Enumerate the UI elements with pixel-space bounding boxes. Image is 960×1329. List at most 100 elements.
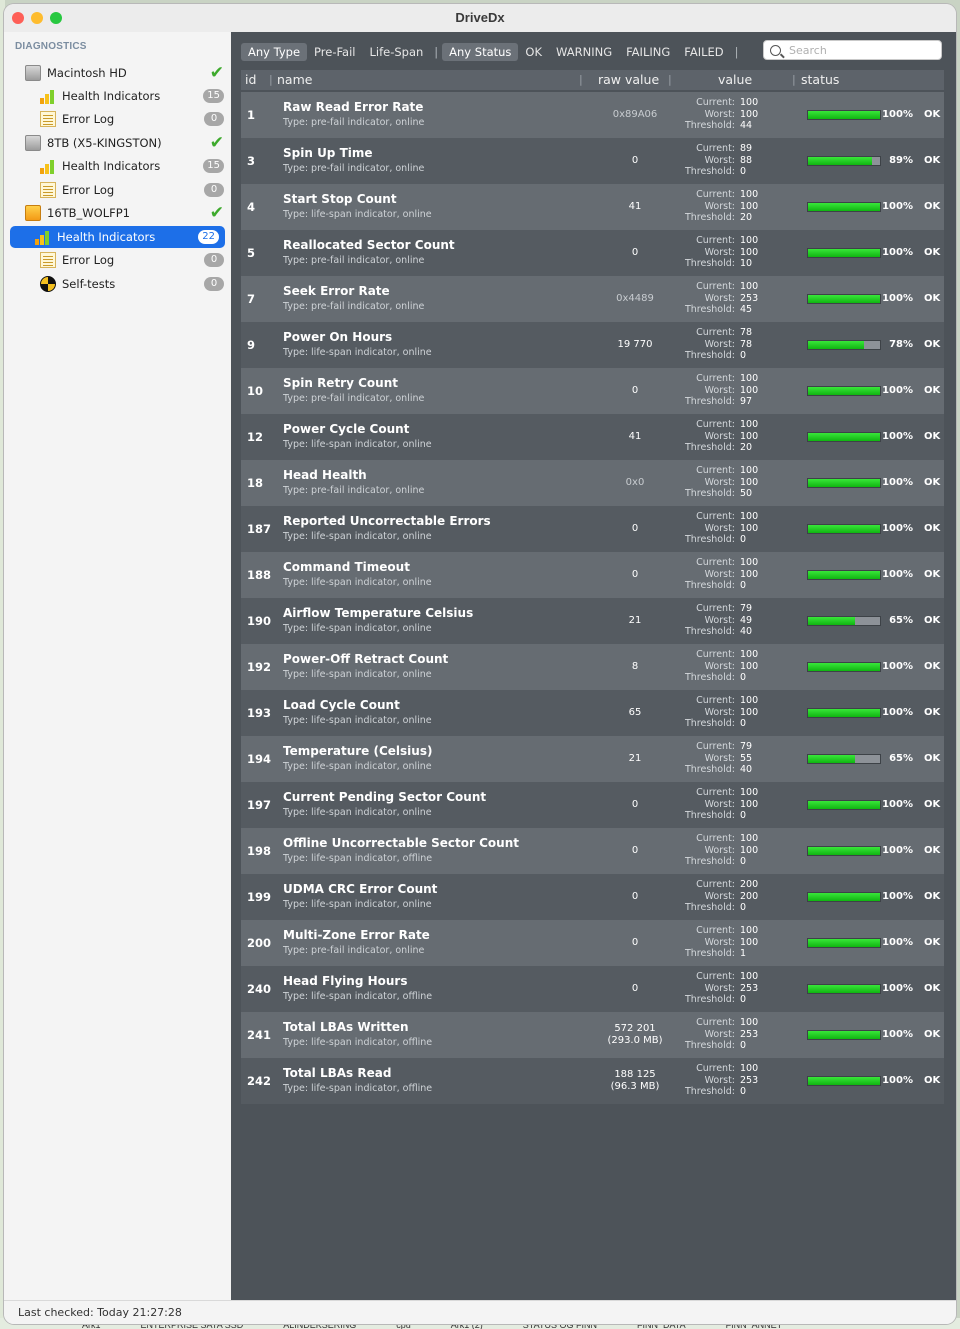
worst-value-line: Worst: 100 bbox=[679, 937, 765, 949]
attribute-id: 18 bbox=[247, 476, 264, 490]
attribute-type: Type: life-span indicator, offline bbox=[283, 853, 433, 864]
column-status[interactable]: status bbox=[801, 72, 839, 87]
current-value-label: Current: bbox=[696, 741, 735, 752]
threshold-value: 20 bbox=[740, 212, 753, 224]
current-value-line: Current: 78 bbox=[679, 327, 765, 339]
search-field[interactable] bbox=[763, 40, 942, 60]
worst-value-label: Worst: bbox=[704, 752, 735, 764]
table-row[interactable]: 188 Command Timeout Type: life-span indica… bbox=[241, 552, 944, 598]
table-row[interactable]: 12 Power Cycle Count Type: life-span indic… bbox=[241, 414, 944, 460]
worst-value-line: Worst: 100 bbox=[679, 477, 765, 489]
health-bar-fill bbox=[808, 1031, 880, 1039]
threshold-value-label: Threshold: bbox=[684, 672, 735, 684]
filter-status-4[interactable]: FAILED bbox=[677, 43, 730, 61]
worst-value: 253 bbox=[740, 982, 759, 994]
attribute-id: 197 bbox=[247, 798, 272, 812]
attribute-name: Load Cycle Count bbox=[283, 698, 400, 712]
worst-value-label: Worst: bbox=[704, 522, 735, 534]
current-value: 100 bbox=[740, 649, 759, 660]
health-bars-icon bbox=[35, 229, 51, 245]
attribute-type: Type: life-span indicator, online bbox=[283, 715, 432, 726]
table-row[interactable]: 3 Spin Up Time Type: pre-fail indicator, o… bbox=[241, 138, 944, 184]
filter-type-0[interactable]: Any Type bbox=[241, 42, 308, 61]
table-row[interactable]: 10 Spin Retry Count Type: pre-fail indicat… bbox=[241, 368, 944, 414]
table-row[interactable]: 242 Total LBAs Read Type: life-span indica… bbox=[241, 1058, 944, 1104]
table-row[interactable]: 9 Power On Hours Type: life-span indicator… bbox=[241, 322, 944, 368]
raw-value: 0x89A06 bbox=[612, 109, 658, 120]
current-value-label: Current: bbox=[696, 327, 735, 338]
attribute-name: Total LBAs Read bbox=[283, 1066, 392, 1080]
table-row[interactable]: 198 Offline Uncorrectable Sector Count Typ… bbox=[241, 828, 944, 874]
threshold-value-label: Threshold: bbox=[684, 396, 735, 408]
attribute-name: Temperature (Celsius) bbox=[283, 744, 433, 758]
table-row[interactable]: 1 Raw Read Error Rate Type: pre-fail indic… bbox=[241, 92, 944, 138]
sidebar-item[interactable]: Error Log 0 bbox=[35, 108, 230, 130]
sidebar-item[interactable]: Health Indicators 15 bbox=[35, 155, 230, 177]
table-row[interactable]: 4 Start Stop Count Type: life-span indicat… bbox=[241, 184, 944, 230]
attribute-type: Type: pre-fail indicator, online bbox=[283, 255, 425, 266]
table-row[interactable]: 199 UDMA CRC Error Count Type: life-span i… bbox=[241, 874, 944, 920]
health-bar-fill bbox=[808, 111, 880, 119]
column-raw-value[interactable]: raw value bbox=[598, 72, 659, 87]
table-row[interactable]: 193 Load Cycle Count Type: life-span indic… bbox=[241, 690, 944, 736]
drivedx-window: DriveDx DIAGNOSTICS Macintosh HD ✔ Health … bbox=[4, 4, 956, 1324]
column-id[interactable]: id bbox=[245, 72, 256, 87]
health-percent: 100% bbox=[882, 247, 913, 258]
column-name[interactable]: name bbox=[277, 72, 312, 87]
status-label: OK bbox=[924, 247, 941, 258]
current-value: 89 bbox=[740, 143, 753, 154]
log-icon bbox=[40, 182, 56, 198]
threshold-value-label: Threshold: bbox=[684, 304, 735, 316]
raw-value: 0 bbox=[631, 155, 639, 166]
table-row[interactable]: 18 Head Health Type: pre-fail indicator, o… bbox=[241, 460, 944, 506]
health-bar-fill bbox=[808, 755, 855, 763]
sidebar-item[interactable]: Error Log 0 bbox=[35, 179, 230, 201]
health-bar bbox=[807, 800, 881, 810]
worst-value: 100 bbox=[740, 522, 759, 534]
filter-status-2[interactable]: WARNING bbox=[549, 43, 619, 61]
worst-value: 100 bbox=[740, 384, 759, 396]
table-row[interactable]: 192 Power-Off Retract Count Type: life-spa… bbox=[241, 644, 944, 690]
filter-status-1[interactable]: OK bbox=[518, 43, 549, 61]
search-input[interactable] bbox=[789, 43, 929, 57]
sidebar-item[interactable]: Health Indicators 22 bbox=[10, 226, 225, 248]
filter-type-1[interactable]: Pre-Fail bbox=[307, 43, 362, 61]
raw-value: 572 201 (293.0 MB) bbox=[579, 1023, 691, 1047]
column-value[interactable]: value bbox=[718, 72, 752, 87]
current-value: 100 bbox=[740, 925, 759, 936]
sidebar-item[interactable]: Health Indicators 15 bbox=[35, 85, 230, 107]
filter-type-2[interactable]: Life-Span bbox=[362, 43, 430, 61]
worst-value-label: Worst: bbox=[704, 660, 735, 672]
table-row[interactable]: 240 Head Flying Hours Type: life-span indi… bbox=[241, 966, 944, 1012]
count-badge: 15 bbox=[203, 89, 224, 103]
health-percent: 100% bbox=[882, 937, 913, 948]
value-block: Current: 100 Worst: 100 Threshold: 20 bbox=[679, 189, 765, 224]
table-row[interactable]: 5 Reallocated Sector Count Type: pre-fail … bbox=[241, 230, 944, 276]
table-row[interactable]: 187 Reported Uncorrectable Errors Type: li… bbox=[241, 506, 944, 552]
threshold-value-label: Threshold: bbox=[684, 442, 735, 454]
sidebar-item[interactable]: 16TB_WOLFP1 ✔ bbox=[19, 202, 230, 224]
table-row[interactable]: 197 Current Pending Sector Count Type: lif… bbox=[241, 782, 944, 828]
table-row[interactable]: 190 Airflow Temperature Celsius Type: life… bbox=[241, 598, 944, 644]
filter-status-3[interactable]: FAILING bbox=[619, 43, 677, 61]
sidebar-item[interactable]: Self-tests 0 bbox=[35, 273, 230, 295]
value-block: Current: 100 Worst: 100 Threshold: 10 bbox=[679, 235, 765, 270]
table-row[interactable]: 194 Temperature (Celsius) Type: life-span … bbox=[241, 736, 944, 782]
worst-value-line: Worst: 100 bbox=[679, 523, 765, 535]
threshold-value-label: Threshold: bbox=[684, 994, 735, 1006]
threshold-value: 0 bbox=[740, 580, 747, 592]
current-value-line: Current: 100 bbox=[679, 419, 765, 431]
attribute-type: Type: life-span indicator, online bbox=[283, 669, 432, 680]
sidebar-item[interactable]: Error Log 0 bbox=[35, 249, 230, 271]
current-value-line: Current: 100 bbox=[679, 833, 765, 845]
sidebar-item[interactable]: Macintosh HD ✔ bbox=[19, 62, 230, 84]
table-row[interactable]: 200 Multi-Zone Error Rate Type: pre-fail i… bbox=[241, 920, 944, 966]
table-row[interactable]: 7 Seek Error Rate Type: pre-fail indicator… bbox=[241, 276, 944, 322]
table-row[interactable]: 241 Total LBAs Written Type: life-span ind… bbox=[241, 1012, 944, 1058]
worst-value-line: Worst: 253 bbox=[679, 983, 765, 995]
status-label: OK bbox=[924, 293, 941, 304]
sidebar-item[interactable]: 8TB (X5-KINGSTON) ✔ bbox=[19, 132, 230, 154]
status-label: OK bbox=[924, 569, 941, 580]
filter-status-0[interactable]: Any Status bbox=[442, 42, 519, 61]
worst-value-label: Worst: bbox=[704, 1074, 735, 1086]
